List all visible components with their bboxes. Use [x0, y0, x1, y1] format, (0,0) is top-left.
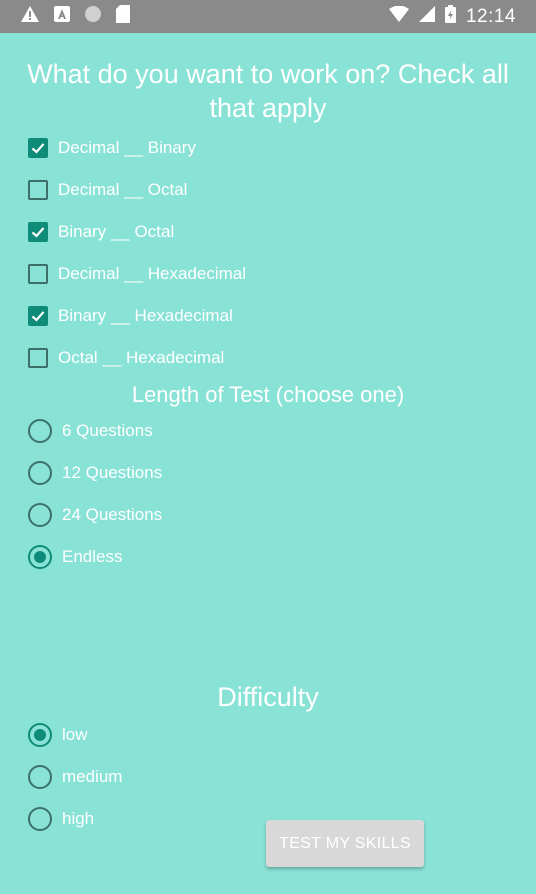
- checkbox-unchecked-icon[interactable]: [28, 180, 48, 200]
- checkbox-decimal-hexadecimal[interactable]: Decimal __ Hexadecimal: [28, 257, 246, 291]
- checkbox-decimal-octal[interactable]: Decimal __ Octal: [28, 173, 187, 207]
- battery-icon: [444, 5, 456, 28]
- radio-label: low: [62, 725, 88, 744]
- radio-unselected-icon[interactable]: [28, 503, 52, 527]
- status-bar: 12:14: [0, 0, 536, 33]
- checkbox-label: Decimal __ Octal: [58, 180, 188, 199]
- checkbox-checked-icon[interactable]: [28, 222, 48, 242]
- radio-label: medium: [62, 767, 123, 786]
- status-time: 12:14: [465, 5, 516, 27]
- test-my-skills-button[interactable]: TEST MY SKILLS: [266, 820, 424, 867]
- checkbox-label: Decimal __ Hexadecimal: [58, 264, 247, 283]
- radio-label: 12 Questions: [62, 463, 163, 482]
- checkbox-label: Octal __ Hexadecimal: [58, 348, 225, 367]
- checkbox-label: Binary __ Hexadecimal: [58, 306, 233, 325]
- status-bar-notifications: [20, 5, 130, 28]
- radio-unselected-icon[interactable]: [28, 765, 52, 789]
- length-section-title: Length of Test (choose one): [131, 382, 405, 407]
- difficulty-radio-high[interactable]: high: [28, 802, 94, 836]
- radio-label: high: [62, 809, 95, 828]
- length-radio-24-questions[interactable]: 24 Questions: [28, 498, 162, 532]
- warning-icon: [20, 5, 40, 28]
- checkbox-decimal-binary[interactable]: Decimal __ Binary: [28, 131, 196, 165]
- checkbox-binary-octal[interactable]: Binary __ Octal: [28, 215, 174, 249]
- radio-selected-icon[interactable]: [28, 723, 52, 747]
- length-radio-6-questions[interactable]: 6 Questions: [28, 414, 153, 448]
- checkbox-binary-hexadecimal[interactable]: Binary __ Hexadecimal: [28, 299, 233, 333]
- radio-unselected-icon[interactable]: [28, 807, 52, 831]
- checkbox-checked-icon[interactable]: [28, 138, 48, 158]
- radio-unselected-icon[interactable]: [28, 461, 52, 485]
- difficulty-section-title: Difficulty: [217, 682, 319, 712]
- radio-label: Endless: [62, 547, 123, 566]
- page-title: What do you want to work on? Check all t…: [27, 59, 509, 123]
- sd-card-icon: [116, 5, 130, 28]
- checkbox-unchecked-icon[interactable]: [28, 348, 48, 368]
- length-radio-12-questions[interactable]: 12 Questions: [28, 456, 162, 490]
- checkbox-label: Binary __ Octal: [58, 222, 175, 241]
- wifi-icon: [388, 5, 409, 27]
- app-a-icon: [54, 6, 70, 27]
- checkbox-label: Decimal __ Binary: [58, 138, 196, 157]
- radio-unselected-icon[interactable]: [28, 419, 52, 443]
- radio-label: 6 Questions: [62, 421, 153, 440]
- radio-selected-icon[interactable]: [28, 545, 52, 569]
- status-bar-system: 12:14: [388, 5, 516, 28]
- difficulty-radio-medium[interactable]: medium: [28, 760, 122, 794]
- checkbox-checked-icon[interactable]: [28, 306, 48, 326]
- radio-label: 24 Questions: [62, 505, 163, 524]
- checkbox-octal-hexadecimal[interactable]: Octal __ Hexadecimal: [28, 341, 224, 375]
- length-radio-endless[interactable]: Endless: [28, 540, 122, 574]
- signal-icon: [418, 6, 435, 27]
- difficulty-radio-low[interactable]: low: [28, 718, 88, 752]
- circle-icon: [84, 5, 102, 28]
- checkbox-unchecked-icon[interactable]: [28, 264, 48, 284]
